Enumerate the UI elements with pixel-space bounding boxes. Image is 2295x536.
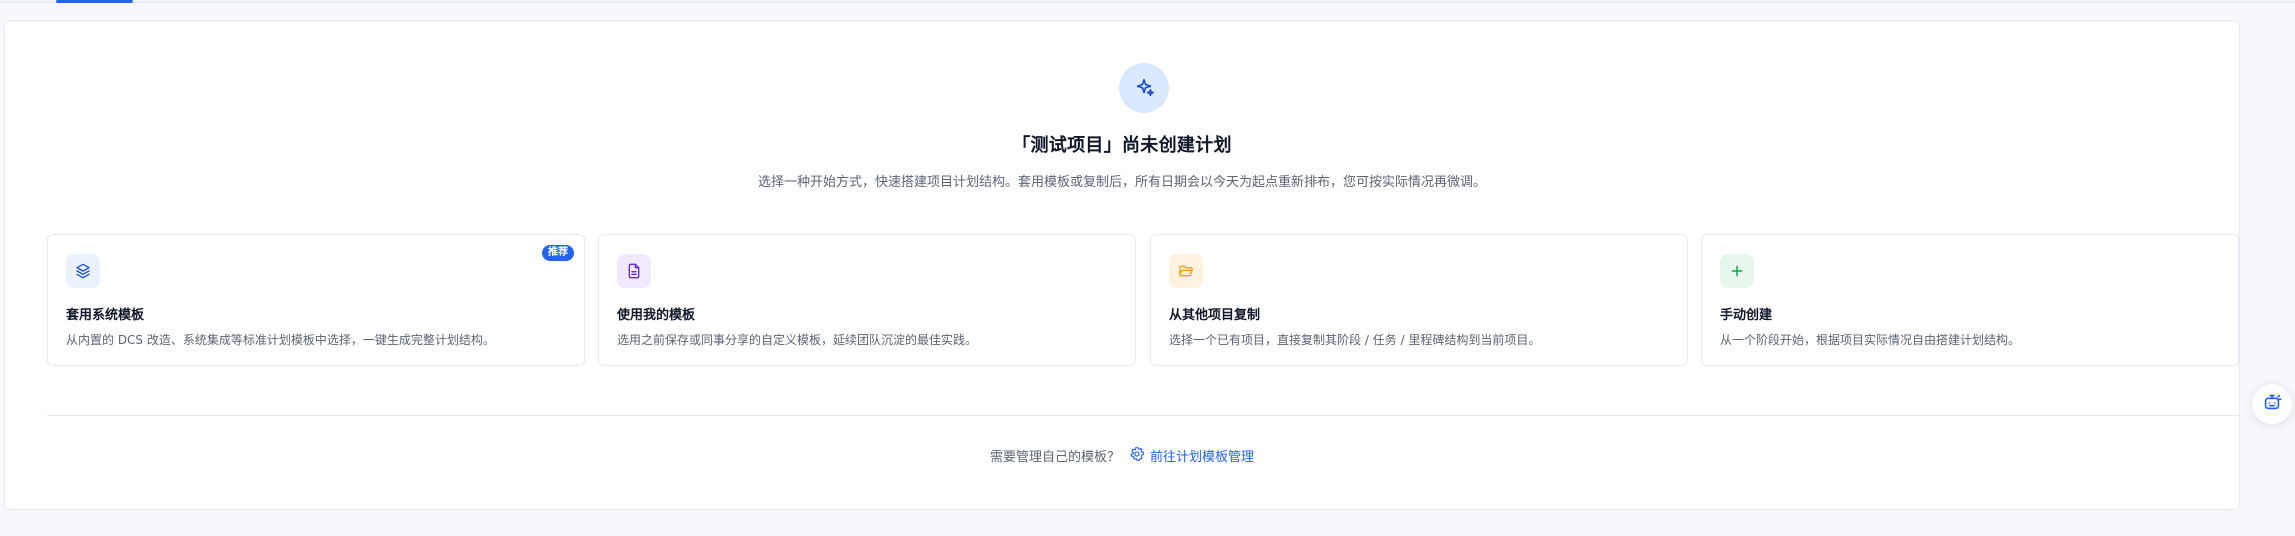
layers-icon (66, 254, 100, 288)
card-title: 手动创建 (1720, 308, 1773, 323)
empty-plan-panel: 「测试项目」尚未创建计划 选择一种开始方式，快速搭建项目计划结构。套用模板或复制… (4, 20, 2240, 510)
start-method-cards: 推荐 套用系统模板 从内置的 DCS 改造、系统集成等标准计划模板中选择，一键生… (47, 234, 2239, 366)
top-tab-strip (0, 0, 2295, 3)
settings-icon (1130, 445, 1145, 465)
template-management-link-label: 前往计划模板管理 (1150, 450, 1255, 465)
active-tab-indicator (56, 0, 133, 3)
card-use-my-template[interactable]: 使用我的模板 选用之前保存或同事分享的自定义模板，延续团队沉淀的最佳实践。 (598, 234, 1136, 366)
card-manual-create[interactable]: 手动创建 从一个阶段开始，根据项目实际情况自由搭建计划结构。 (1701, 234, 2239, 366)
card-title: 使用我的模板 (617, 308, 696, 323)
card-copy-from-project[interactable]: 从其他项目复制 选择一个已有项目，直接复制其阶段 / 任务 / 里程碑结构到当前… (1150, 234, 1688, 366)
card-description: 从一个阶段开始，根据项目实际情况自由搭建计划结构。 (1720, 333, 2021, 347)
card-apply-system-template[interactable]: 推荐 套用系统模板 从内置的 DCS 改造、系统集成等标准计划模板中选择，一键生… (47, 234, 585, 366)
card-description: 选择一个已有项目，直接复制其阶段 / 任务 / 里程碑结构到当前项目。 (1169, 333, 1541, 347)
page-subtitle: 选择一种开始方式，快速搭建项目计划结构。套用模板或复制后，所有日期会以今天为起点… (757, 175, 1486, 190)
card-title: 从其他项目复制 (1169, 308, 1261, 323)
template-management-link[interactable]: 前往计划模板管理 (1130, 445, 1255, 465)
recommended-badge: 推荐 (542, 245, 574, 261)
card-description: 选用之前保存或同事分享的自定义模板，延续团队沉淀的最佳实践。 (617, 333, 978, 347)
floating-assistant-button[interactable] (2251, 383, 2293, 425)
robot-assistant-icon (2261, 391, 2283, 417)
plus-icon (1720, 254, 1754, 288)
card-title: 套用系统模板 (66, 308, 145, 323)
footer-prompt: 需要管理自己的模板？ (989, 450, 1120, 465)
card-description: 从内置的 DCS 改造、系统集成等标准计划模板中选择，一键生成完整计划结构。 (66, 333, 495, 347)
template-management-footer: 需要管理自己的模板？ 前往计划模板管理 (5, 445, 2239, 465)
sparkles-icon (1119, 63, 1169, 113)
divider (47, 415, 2239, 416)
document-icon (617, 254, 651, 288)
page-title: 「测试项目」尚未创建计划 (1012, 135, 1232, 156)
folder-open-icon (1169, 254, 1203, 288)
